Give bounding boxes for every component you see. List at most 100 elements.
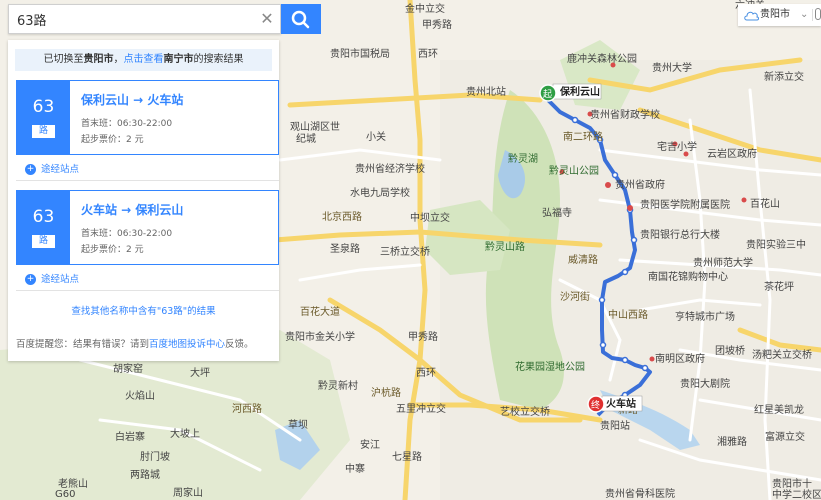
map-label: 两路城 — [130, 468, 160, 481]
start-marker-glyph: 起 — [543, 89, 552, 100]
map-label: 中坝立交 — [410, 211, 450, 224]
line-number: 63 — [32, 207, 55, 227]
city-name: 贵阳市 — [760, 9, 790, 20]
stops-toggle[interactable]: + 途经站点 — [25, 161, 79, 175]
map-label: 黔灵新村 — [318, 379, 358, 392]
city-selector[interactable]: 贵阳市 ⌄ — [738, 4, 821, 26]
search-input[interactable] — [9, 5, 249, 33]
map-label: 贵阳医学院附属医院 — [640, 198, 730, 211]
end-marker[interactable]: 终 火车站 — [587, 395, 643, 413]
map-label: 南明区政府 — [655, 352, 705, 365]
map-label: 金中立交 — [405, 2, 445, 15]
map-label: 甲秀路 — [422, 18, 452, 31]
map-label: 贵阳大剧院 — [680, 377, 730, 390]
feedback-text: 百度提醒您：结果有错误？请到百度地图投诉中心反馈。 — [16, 336, 254, 350]
start-label: 保利云山 — [559, 85, 600, 98]
feedback-suffix: 反馈。 — [225, 339, 254, 350]
map-label: 百花大道 — [300, 305, 340, 318]
map-label: 胡家窑 — [113, 362, 143, 375]
map-label: G60 — [55, 489, 75, 500]
map-label: 鹿冲关森林公园 — [567, 52, 637, 65]
fare: 起步票价：2 元 — [81, 245, 144, 255]
plus-icon: + — [25, 164, 36, 175]
map-label: 水电九局学校 — [350, 186, 410, 199]
map-label: 甲秀路 — [408, 330, 438, 343]
map-label: 亨特城市广场 — [675, 310, 735, 323]
map-label: 贵阳市金关小学 — [285, 330, 355, 343]
line-unit: 路 — [32, 125, 55, 138]
map-label: 五里冲立交 — [396, 402, 446, 415]
map-label: 弘福寺 — [542, 206, 572, 219]
divider — [16, 180, 279, 181]
divider — [812, 9, 813, 21]
chevron-down-icon: ⌄ — [800, 9, 809, 20]
map-label: 贵阳市国税局 — [330, 47, 390, 60]
map-label: 草坝 — [288, 419, 308, 431]
map-label: 沪杭路 — [371, 386, 401, 399]
bus-line-card[interactable]: 63 路 保利云山 → 火车站 首末班：06:30-22:00 起步票价：2 元 — [16, 80, 279, 155]
map-label: 贵州省经济学校 — [355, 162, 425, 175]
map-label: 中寨 — [345, 462, 365, 475]
view-other-city-link[interactable]: 点击查看 — [124, 54, 164, 65]
map-label: 火焰山 — [125, 389, 155, 402]
map-label: 北京西路 — [322, 210, 362, 223]
map-label: 威清路 — [568, 253, 598, 266]
line-number: 63 — [32, 97, 55, 117]
notice-comma: ， — [113, 54, 124, 65]
map-label: 安江 — [360, 438, 380, 451]
map-label: 贵州北站 — [466, 85, 506, 98]
map-label: 贵州大学 — [652, 61, 692, 74]
route-title[interactable]: 保利云山 → 火车站 — [81, 91, 183, 108]
route-title[interactable]: 火车站 → 保利云山 — [81, 201, 183, 218]
line-badge: 63 路 — [17, 81, 70, 154]
map-label: 七星路 — [392, 450, 422, 463]
stops-label: 途经站点 — [41, 164, 80, 175]
notice-other-city: 南宁市 — [163, 54, 194, 65]
map-label: 周家山 — [173, 486, 203, 499]
map-label: 大坡上 — [170, 427, 200, 440]
map-label: 西环 — [416, 368, 436, 379]
map-label: 贵州省政府 — [615, 178, 665, 191]
service-hours: 首末班：06:30-22:00 — [81, 229, 173, 239]
map-label: 南国花锦购物中心 — [648, 270, 728, 283]
results-panel: 已切换至贵阳市，点击查看南宁市的搜索结果 63 路 保利云山 → 火车站 首末班… — [8, 40, 279, 361]
map-label: 圣泉路 — [330, 242, 360, 255]
map-label: 黔灵山公园 — [549, 164, 599, 177]
map-label: 贵州省财政学校 — [590, 108, 660, 121]
bus-line-card[interactable]: 63 路 火车站 → 保利云山 首末班：06:30-22:00 起步票价：2 元 — [16, 190, 279, 265]
map-label: 宅吉小学 — [657, 140, 697, 153]
more-results-link[interactable]: 查找其他名称中含有"63路"的结果 — [8, 303, 279, 317]
map-label: 贵阳市十 — [772, 477, 812, 490]
fare: 起步票价：2 元 — [81, 135, 144, 145]
plus-icon: + — [25, 274, 36, 285]
cloud-icon — [744, 11, 759, 21]
traffic-icon[interactable] — [815, 8, 821, 20]
close-icon[interactable]: ✕ — [259, 11, 275, 27]
complaint-center-link[interactable]: 百度地图投诉中心 — [149, 339, 225, 350]
map-label: 大坪 — [190, 366, 210, 379]
map-label: 南二环路 — [563, 130, 603, 143]
map-label: 贵阳银行总行大楼 — [640, 228, 720, 241]
end-label: 火车站 — [606, 397, 636, 410]
map-label: 西环 — [418, 49, 438, 60]
map-label: 黔灵山路 — [485, 240, 525, 253]
map-label: 观山湖区世 — [290, 121, 340, 133]
map-label: 汤粑关立交桥 — [752, 348, 812, 361]
map-label: 贵阳站 — [600, 419, 630, 432]
map-label: 沙河街 — [560, 290, 590, 303]
map-label: 茶花坪 — [764, 280, 794, 293]
line-unit: 路 — [32, 235, 55, 248]
feedback-prefix: 百度提醒您：结果有错误？请到 — [16, 339, 150, 350]
map-label: 黔灵湖 — [508, 152, 538, 165]
stops-toggle[interactable]: + 途经站点 — [25, 271, 79, 285]
map-label: 艺校立交桥 — [500, 405, 550, 418]
map-label: 新添立交 — [764, 70, 804, 83]
search-button[interactable] — [281, 4, 321, 34]
map-label: 团坡桥 — [715, 344, 745, 357]
map-label: 肘门坡 — [140, 450, 170, 463]
map-label: 三桥立交桥 — [380, 245, 430, 258]
line-badge: 63 路 — [17, 191, 70, 264]
notice-city: 贵阳市 — [83, 54, 114, 65]
start-marker[interactable]: 起 保利云山 — [539, 83, 602, 102]
divider — [16, 290, 279, 291]
